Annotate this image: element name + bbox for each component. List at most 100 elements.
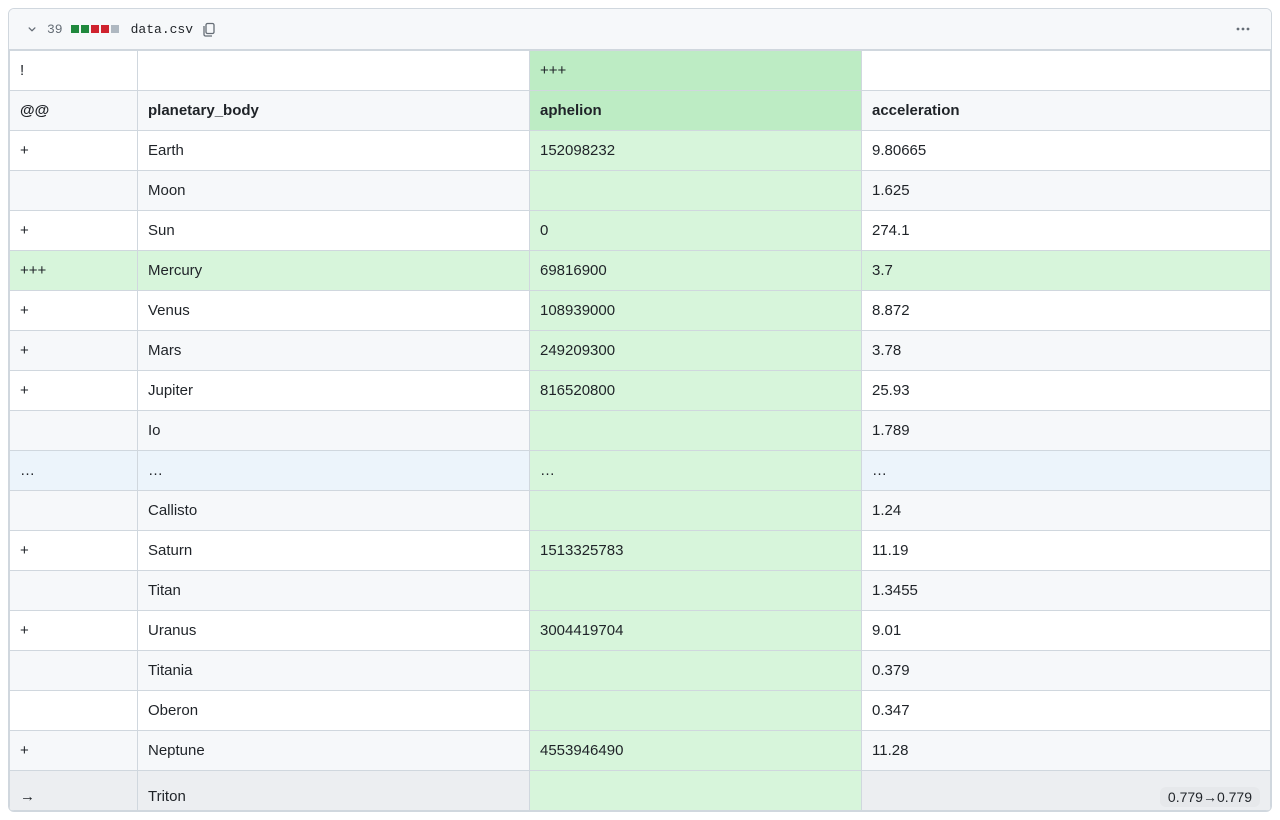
diff-marker: ! xyxy=(10,51,138,91)
diff-marker: + xyxy=(10,611,138,651)
cell-aphelion xyxy=(530,411,862,451)
cell-aphelion: 3004419704 xyxy=(530,611,862,651)
cell-aphelion xyxy=(530,491,862,531)
diff-marker: + xyxy=(10,531,138,571)
column-header-acceleration: acceleration xyxy=(862,91,1271,131)
cell-aphelion: 108939000 xyxy=(530,291,862,331)
cell-acceleration: 1.24 xyxy=(862,491,1271,531)
cell-aphelion xyxy=(530,651,862,691)
cell xyxy=(862,51,1271,91)
diff-marker: + xyxy=(10,291,138,331)
cell-planetary-body: Uranus xyxy=(138,611,530,651)
cell-planetary-body: Jupiter xyxy=(138,371,530,411)
cell-planetary-body: Neptune xyxy=(138,731,530,771)
cell-aphelion: 4553946490 xyxy=(530,731,862,771)
diff-marker: + xyxy=(10,371,138,411)
cell-acceleration: 9.01 xyxy=(862,611,1271,651)
cell-planetary-body: Moon xyxy=(138,171,530,211)
cell-planetary-body: … xyxy=(138,451,530,491)
cell-aphelion xyxy=(530,691,862,731)
table-row: +Mars2492093003.78 xyxy=(10,331,1271,371)
cell-aphelion xyxy=(530,571,862,611)
table-row: +Saturn151332578311.19 xyxy=(10,531,1271,571)
cell-planetary-body: Venus xyxy=(138,291,530,331)
cell-acceleration: 11.19 xyxy=(862,531,1271,571)
cell-acceleration: … xyxy=(862,451,1271,491)
table-row: +Uranus30044197049.01 xyxy=(10,611,1271,651)
table-row: Callisto 1.24 xyxy=(10,491,1271,531)
cell-planetary-body: Titan xyxy=(138,571,530,611)
diff-stat-bar xyxy=(71,25,119,33)
diff-marker xyxy=(10,491,138,531)
cell-acceleration: 11.28 xyxy=(862,731,1271,771)
cell-acceleration: 3.7 xyxy=(862,251,1271,291)
cell-planetary-body: Titania xyxy=(138,651,530,691)
diff-square-deleted xyxy=(101,25,109,33)
diff-square-deleted xyxy=(91,25,99,33)
cell-aphelion xyxy=(530,171,862,211)
table-row: Io 1.789 xyxy=(10,411,1271,451)
table-row: Oberon 0.347 xyxy=(10,691,1271,731)
changed-lines-count: 39 xyxy=(47,22,63,37)
cell xyxy=(138,51,530,91)
chevron-down-icon[interactable] xyxy=(25,22,39,36)
table-row: Moon 1.625 xyxy=(10,171,1271,211)
diff-marker: + xyxy=(10,331,138,371)
cell-acceleration: 25.93 xyxy=(862,371,1271,411)
diff-square-added xyxy=(71,25,79,33)
table-row: +++Mercury698169003.7 xyxy=(10,251,1271,291)
cell-acceleration: 0.347 xyxy=(862,691,1271,731)
cell-aphelion: 1513325783 xyxy=(530,531,862,571)
value-change-pill: 0.779→0.779 xyxy=(1160,787,1260,807)
table-row: Titania 0.379 xyxy=(10,651,1271,691)
diff-marker: + xyxy=(10,131,138,171)
cell-acceleration: 8.872 xyxy=(862,291,1271,331)
table-row-partial: →Triton 0.779→0.779 xyxy=(10,771,1271,811)
cell-planetary-body: Saturn xyxy=(138,531,530,571)
cell-acceleration: 9.80665 xyxy=(862,131,1271,171)
diff-square-neutral xyxy=(111,25,119,33)
diff-marker: … xyxy=(10,451,138,491)
diff-marker xyxy=(10,171,138,211)
table-row: +Earth1520982329.80665 xyxy=(10,131,1271,171)
cell-acceleration: 0.779→0.779 xyxy=(862,771,1271,811)
hunk-marker: @@ xyxy=(10,91,138,131)
cell-acceleration: 3.78 xyxy=(862,331,1271,371)
cell-acceleration: 1.3455 xyxy=(862,571,1271,611)
cell-planetary-body: Sun xyxy=(138,211,530,251)
column-header-row: @@ planetary_body aphelion acceleration xyxy=(10,91,1271,131)
kebab-menu-icon[interactable] xyxy=(1231,17,1255,41)
diff-marker: +++ xyxy=(10,251,138,291)
cell-acceleration: 1.625 xyxy=(862,171,1271,211)
diff-marker xyxy=(10,411,138,451)
cell-aphelion: … xyxy=(530,451,862,491)
diff-table: ! +++ @@ planetary_body aphelion acceler… xyxy=(9,50,1271,811)
cell-planetary-body: Io xyxy=(138,411,530,451)
diff-marker xyxy=(10,691,138,731)
diff-marker: + xyxy=(10,211,138,251)
column-header-aphelion: aphelion xyxy=(530,91,862,131)
diff-marker: + xyxy=(10,731,138,771)
cell-aphelion: 69816900 xyxy=(530,251,862,291)
table-row: +Sun0274.1 xyxy=(10,211,1271,251)
cell-planetary-body: Callisto xyxy=(138,491,530,531)
diff-marker: → xyxy=(10,771,138,811)
file-name[interactable]: data.csv xyxy=(131,22,193,37)
table-row: Titan 1.3455 xyxy=(10,571,1271,611)
cell-planetary-body: Earth xyxy=(138,131,530,171)
cell-acceleration: 0.379 xyxy=(862,651,1271,691)
cell-planetary-body: Mars xyxy=(138,331,530,371)
copy-path-icon[interactable] xyxy=(201,21,217,37)
cell-planetary-body: Triton xyxy=(138,771,530,811)
table-row: +Neptune455394649011.28 xyxy=(10,731,1271,771)
cell-aphelion xyxy=(530,771,862,811)
diff-marker xyxy=(10,571,138,611)
cell-aphelion: 816520800 xyxy=(530,371,862,411)
cell-planetary-body: Oberon xyxy=(138,691,530,731)
cell-aphelion: 152098232 xyxy=(530,131,862,171)
cell-planetary-body: Mercury xyxy=(138,251,530,291)
table-row: +Jupiter81652080025.93 xyxy=(10,371,1271,411)
file-header: 39 data.csv xyxy=(9,9,1271,50)
cell-added-column: +++ xyxy=(530,51,862,91)
cell-acceleration: 1.789 xyxy=(862,411,1271,451)
